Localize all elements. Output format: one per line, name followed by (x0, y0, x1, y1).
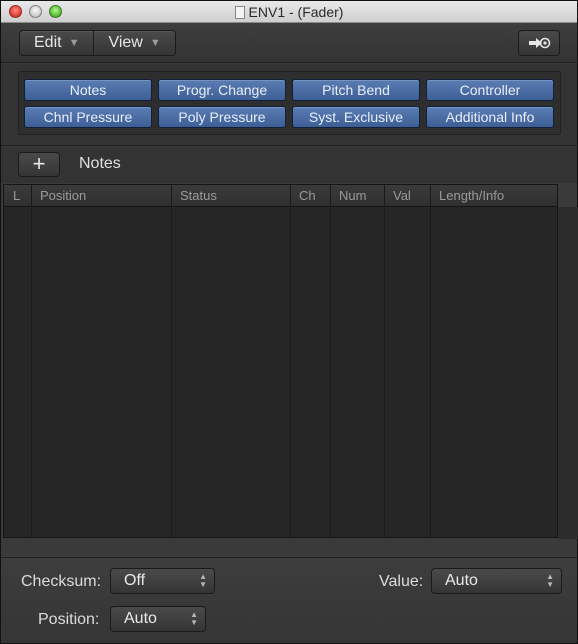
filter-channel-pressure-button[interactable]: Chnl Pressure (24, 106, 152, 128)
toolbar: Edit ▼ View ▼ (1, 23, 577, 63)
checksum-label: Checksum: (21, 573, 102, 590)
checksum-value: Off (124, 572, 146, 589)
checksum-select[interactable]: Off ▲ ▼ (110, 568, 215, 594)
filter-poly-pressure-button[interactable]: Poly Pressure (158, 106, 286, 128)
filter-additional-info-button[interactable]: Additional Info (426, 106, 554, 128)
position-select[interactable]: Auto ▲ ▼ (110, 606, 206, 632)
window-title-text: ENV1 - (Fader) (248, 4, 344, 20)
edit-menu-button[interactable]: Edit ▼ (20, 31, 93, 55)
column-header-number[interactable]: Num (339, 188, 366, 203)
value-label: Value: (379, 573, 424, 590)
event-list-body[interactable] (4, 207, 557, 537)
filter-button-grid: Notes Progr. Change Pitch Bend Controlle… (18, 71, 561, 135)
column-header-position[interactable]: Position (40, 188, 86, 203)
vertical-scrollbar[interactable] (558, 207, 578, 539)
link-button[interactable] (518, 30, 560, 56)
chevron-down-icon: ▼ (68, 37, 80, 49)
stepper-arrows-icon: ▲ ▼ (190, 610, 198, 627)
position-label: Position: (38, 611, 100, 628)
column-header-status[interactable]: Status (180, 188, 217, 203)
table-header: L Position Status Ch Num Val Length/Info (4, 185, 557, 207)
column-header-channel[interactable]: Ch (299, 188, 316, 203)
document-icon (234, 6, 245, 19)
stepper-arrows-icon: ▲ ▼ (199, 572, 207, 589)
filter-pitch-bend-button[interactable]: Pitch Bend (292, 79, 420, 101)
event-list-table: L Position Status Ch Num Val Length/Info (3, 184, 578, 539)
edit-menu-label: Edit (34, 34, 62, 51)
view-menu-button[interactable]: View ▼ (93, 31, 174, 55)
chevron-down-icon: ▼ (149, 37, 161, 49)
filter-controller-button[interactable]: Controller (426, 79, 554, 101)
position-value: Auto (124, 610, 157, 627)
event-type-label: Notes (79, 155, 121, 172)
column-header-value[interactable]: Val (393, 188, 411, 203)
event-list-window: ENV1 - (Fader) Edit ▼ View ▼ Notes Progr… (0, 0, 578, 644)
stepper-arrows-icon: ▲ ▼ (546, 572, 554, 589)
create-event-bar: + Notes (1, 147, 577, 183)
view-menu-label: View (108, 34, 143, 51)
event-filter-panel: Notes Progr. Change Pitch Bend Controlle… (1, 64, 577, 146)
link-arrow-icon (529, 37, 551, 49)
value-value: Auto (445, 572, 478, 589)
value-select[interactable]: Auto ▲ ▼ (431, 568, 562, 594)
column-header-l[interactable]: L (13, 188, 20, 203)
filter-notes-button[interactable]: Notes (24, 79, 152, 101)
filter-program-change-button[interactable]: Progr. Change (158, 79, 286, 101)
footer-settings: Checksum: Off ▲ ▼ Value: Auto ▲ ▼ Position… (1, 557, 577, 643)
menu-group: Edit ▼ View ▼ (19, 30, 176, 56)
window-title: ENV1 - (Fader) (1, 4, 577, 20)
filter-system-exclusive-button[interactable]: Syst. Exclusive (292, 106, 420, 128)
column-header-length-info[interactable]: Length/Info (439, 188, 504, 203)
add-event-button[interactable]: + (18, 152, 60, 177)
title-bar: ENV1 - (Fader) (1, 1, 577, 23)
